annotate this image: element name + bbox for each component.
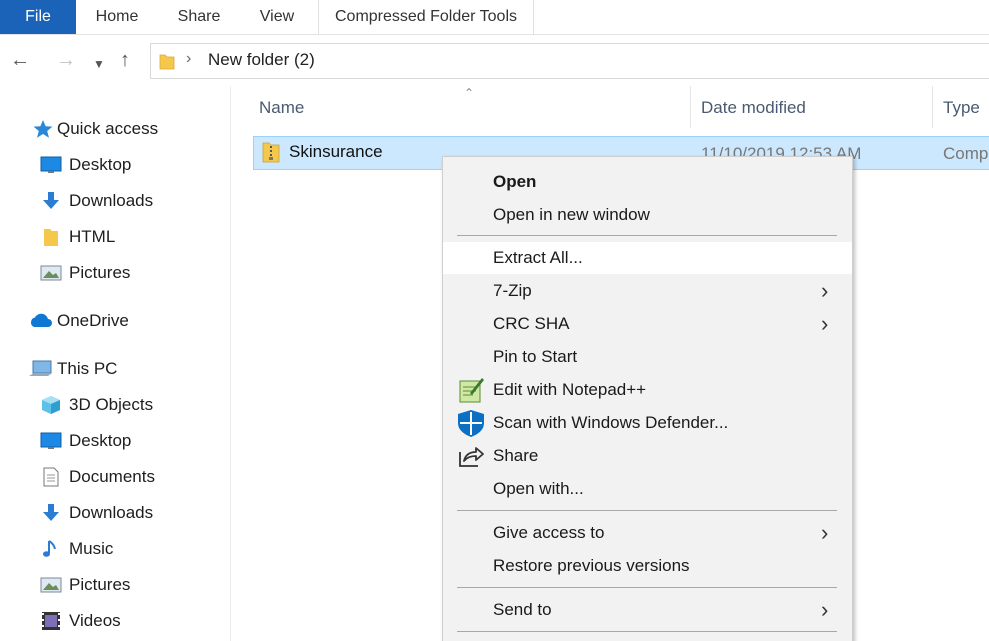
submenu-chevron-icon: › <box>821 311 829 336</box>
menu-item-label: Edit with Notepad++ <box>493 380 647 399</box>
tab-compressed-folder-tools[interactable]: Compressed Folder Tools <box>318 0 534 34</box>
menu-item-open-in-new-window[interactable]: Open in new window <box>443 199 852 231</box>
folder-icon <box>44 229 58 246</box>
document-icon <box>43 467 59 487</box>
forward-arrow-icon[interactable]: → <box>56 49 76 71</box>
breadcrumb-current-folder[interactable]: New folder (2) <box>208 50 315 70</box>
nav-item-label: Music <box>69 539 114 558</box>
menu-item-restore-previous-versions[interactable]: Restore previous versions <box>443 550 852 582</box>
nav-item-label: Desktop <box>69 155 132 174</box>
pc-icon <box>29 360 52 376</box>
menu-item-open[interactable]: Open <box>443 166 852 198</box>
star-icon <box>33 120 53 138</box>
menu-item-label: CRC SHA <box>493 314 570 333</box>
menu-item-label: Scan with Windows Defender... <box>493 413 729 432</box>
menu-item-open-with[interactable]: Open with... <box>443 473 852 505</box>
menu-separator <box>457 631 837 632</box>
shield-icon <box>458 410 484 437</box>
nav-item-label: 3D Objects <box>69 395 154 414</box>
menu-item-edit-with-notepad[interactable]: Edit with Notepad++ <box>443 374 852 406</box>
menu-item-label: Open <box>493 172 537 191</box>
tab-file[interactable]: File <box>0 0 76 34</box>
nav-item-label: Pictures <box>69 263 131 282</box>
menu-item-label: 7-Zip <box>493 281 532 300</box>
menu-separator <box>457 510 837 511</box>
breadcrumb-chevron-icon: › <box>186 50 192 67</box>
nav-item-label: This PC <box>57 359 118 378</box>
submenu-chevron-icon: › <box>821 597 829 622</box>
menu-item-pin-to-start[interactable]: Pin to Start <box>443 341 852 373</box>
nav-item-label: Desktop <box>69 431 132 450</box>
menu-separator <box>457 235 837 236</box>
sort-ascending-icon: ⌃ <box>464 86 475 100</box>
recent-locations-chevron-icon[interactable]: ▼ <box>93 53 105 75</box>
download-icon <box>43 192 59 209</box>
menu-item-label: Restore previous versions <box>493 556 690 575</box>
download-icon <box>43 504 59 521</box>
menu-item-label: Share <box>493 446 539 465</box>
nav-item-label: Videos <box>69 611 121 630</box>
desktop-icon <box>40 156 62 173</box>
pictures-icon <box>40 577 62 593</box>
cube-icon <box>42 396 60 414</box>
menu-item-give-access-to[interactable]: Give access to › <box>443 517 852 549</box>
folder-icon <box>159 54 175 70</box>
context-menu: Open Open in new window Extract All... 7… <box>442 156 853 641</box>
column-header-type[interactable]: Type <box>943 94 980 122</box>
menu-item-label: Give access to <box>493 523 605 542</box>
menu-item-7zip[interactable]: 7-Zip › <box>443 275 852 307</box>
column-header-name[interactable]: Name <box>259 94 304 122</box>
menu-item-share[interactable]: Share <box>443 440 852 472</box>
tab-share[interactable]: Share <box>158 0 240 34</box>
navigation-pane: Quick access Desktop Downloads HTML Pict… <box>0 86 231 641</box>
tab-home[interactable]: Home <box>76 0 158 34</box>
nav-item-label: Documents <box>69 467 155 486</box>
menu-item-label: Extract All... <box>493 248 583 267</box>
up-arrow-icon[interactable]: ↑ <box>120 49 130 71</box>
nav-item-label: Downloads <box>69 503 154 522</box>
pictures-icon <box>40 265 62 281</box>
music-icon <box>43 540 56 557</box>
notepad-plus-plus-icon <box>459 378 484 403</box>
desktop-icon <box>40 432 62 449</box>
submenu-chevron-icon: › <box>821 278 829 303</box>
menu-item-extract-all[interactable]: Extract All... <box>443 242 852 274</box>
nav-item-label: OneDrive <box>57 311 129 330</box>
menu-item-label: Open with... <box>493 479 584 498</box>
column-divider[interactable] <box>690 86 691 128</box>
menu-item-crc-sha[interactable]: CRC SHA › <box>443 308 852 340</box>
menu-separator <box>457 587 837 588</box>
file-type: Comp <box>943 144 989 163</box>
column-divider[interactable] <box>932 86 933 128</box>
menu-item-send-to[interactable]: Send to › <box>443 594 852 626</box>
menu-item-label: Open in new window <box>493 205 650 224</box>
zip-folder-icon <box>262 142 280 163</box>
cloud-icon <box>30 313 52 327</box>
menu-item-label: Send to <box>493 600 552 619</box>
nav-item-label: Downloads <box>69 191 154 210</box>
back-arrow-icon[interactable]: ← <box>10 49 30 71</box>
ribbon: File Home Share View Compressed Folder T… <box>0 0 989 35</box>
file-name: Skinsurance <box>289 142 383 161</box>
menu-item-scan-with-defender[interactable]: Scan with Windows Defender... <box>443 407 852 439</box>
nav-item-label: Quick access <box>57 119 159 138</box>
address-bar[interactable]: › New folder (2) <box>150 43 989 79</box>
file-explorer-window: File Home Share View Compressed Folder T… <box>0 0 989 641</box>
share-icon <box>459 447 484 467</box>
nav-item-label: Pictures <box>69 575 131 594</box>
nav-item-label: HTML <box>69 227 116 246</box>
navigation-bar: ← → ▼ ↑ › New folder (2) <box>0 35 989 85</box>
menu-item-label: Pin to Start <box>493 347 578 366</box>
tab-view[interactable]: View <box>240 0 314 34</box>
column-header-date-modified[interactable]: Date modified <box>701 94 806 122</box>
submenu-chevron-icon: › <box>821 520 829 545</box>
video-icon <box>42 612 60 630</box>
